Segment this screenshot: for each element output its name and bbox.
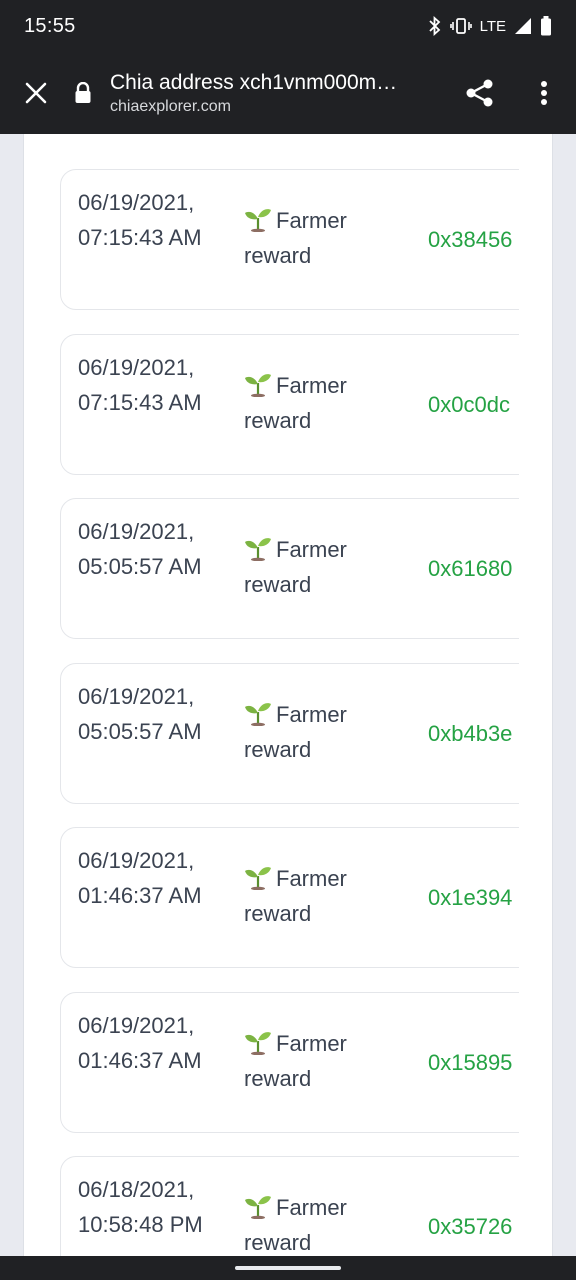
more-vert-icon <box>541 81 547 105</box>
transaction-row[interactable]: 06/18/2021, 10:58:48 PM Farmer reward 0x… <box>60 1156 519 1256</box>
seedling-icon <box>245 538 271 561</box>
transaction-type: Farmer reward <box>244 861 374 931</box>
share-icon <box>466 79 493 107</box>
share-button[interactable] <box>448 52 512 134</box>
transaction-row[interactable]: 06/19/2021, 05:05:57 AM Farmer reward 0x… <box>60 662 519 804</box>
browser-toolbar: Chia address xch1vnm000m… chiaexplorer.c… <box>0 52 576 134</box>
transaction-type: Farmer reward <box>244 203 374 273</box>
transaction-hash-link[interactable]: 0x1e394 <box>428 880 512 915</box>
network-type: LTE <box>479 17 506 35</box>
transaction-hash-link[interactable]: 0xb4b3e <box>428 716 512 751</box>
transaction-date: 06/19/2021, 07:15:43 AM <box>78 354 202 415</box>
page-title-area[interactable]: Chia address xch1vnm000m… chiaexplorer.c… <box>110 71 448 116</box>
page-content[interactable]: 06/19/2021, 07:15:43 AM Farmer reward 0x… <box>0 134 576 1256</box>
transaction-type: Farmer reward <box>244 532 374 602</box>
page-title: Chia address xch1vnm000m… <box>110 70 398 94</box>
transaction-date: 06/19/2021, 07:15:43 AM <box>78 190 202 250</box>
transaction-list[interactable]: 06/19/2021, 07:15:43 AM Farmer reward 0x… <box>60 169 519 1256</box>
status-icons: LTE <box>428 16 552 36</box>
home-gesture-handle[interactable] <box>235 1266 341 1270</box>
site-security-button[interactable] <box>74 52 110 134</box>
transaction-type: Farmer reward <box>244 368 374 438</box>
seedling-icon <box>245 1031 271 1055</box>
close-button[interactable] <box>0 52 72 134</box>
transaction-hash-link[interactable]: 0x0c0dc <box>428 387 510 422</box>
navigation-bar <box>0 1256 576 1280</box>
transaction-row[interactable]: 06/19/2021, 07:15:43 AM Farmer reward 0x… <box>60 333 519 475</box>
bluetooth-icon <box>428 16 442 36</box>
seedling-icon <box>245 867 271 890</box>
page-url: chiaexplorer.com <box>110 97 231 115</box>
close-icon <box>25 82 47 104</box>
transaction-type: Farmer reward <box>244 697 374 767</box>
transaction-date: 06/19/2021, 05:05:57 AM <box>78 683 202 744</box>
transaction-hash-link[interactable]: 0x61680 <box>428 551 512 586</box>
transaction-hash-link[interactable]: 0x35726 <box>428 1209 512 1244</box>
transaction-row[interactable]: 06/19/2021, 01:46:37 AM Farmer reward 0x… <box>60 827 519 968</box>
seedling-icon <box>245 702 271 726</box>
seedling-icon <box>245 209 271 232</box>
transaction-row[interactable]: 06/19/2021, 05:05:57 AM Farmer reward 0x… <box>60 498 519 639</box>
transaction-row[interactable]: 06/19/2021, 07:15:43 AM Farmer reward 0x… <box>60 169 519 310</box>
transaction-type: Farmer reward <box>244 1026 374 1096</box>
more-options-button[interactable] <box>512 52 576 134</box>
transaction-date: 06/18/2021, 10:58:48 PM <box>78 1177 203 1237</box>
transaction-hash-link[interactable]: 0x15895 <box>428 1045 512 1080</box>
transaction-row[interactable]: 06/19/2021, 01:46:37 AM Farmer reward 0x… <box>60 991 519 1133</box>
seedling-icon <box>245 373 271 397</box>
transaction-type: Farmer reward <box>244 1190 374 1256</box>
vibrate-icon <box>449 17 472 35</box>
status-bar: 15:55 LTE <box>0 0 576 52</box>
status-time: 15:55 <box>24 14 76 37</box>
signal-icon <box>514 17 532 35</box>
transaction-hash-link[interactable]: 0x38456 <box>428 222 512 257</box>
transactions-panel: 06/19/2021, 07:15:43 AM Farmer reward 0x… <box>23 134 553 1256</box>
seedling-icon <box>245 1196 271 1219</box>
transaction-date: 06/19/2021, 01:46:37 AM <box>78 1012 202 1073</box>
transaction-date: 06/19/2021, 01:46:37 AM <box>78 848 202 908</box>
battery-icon <box>540 16 552 36</box>
lock-icon <box>75 82 91 103</box>
transaction-date: 06/19/2021, 05:05:57 AM <box>78 519 202 579</box>
